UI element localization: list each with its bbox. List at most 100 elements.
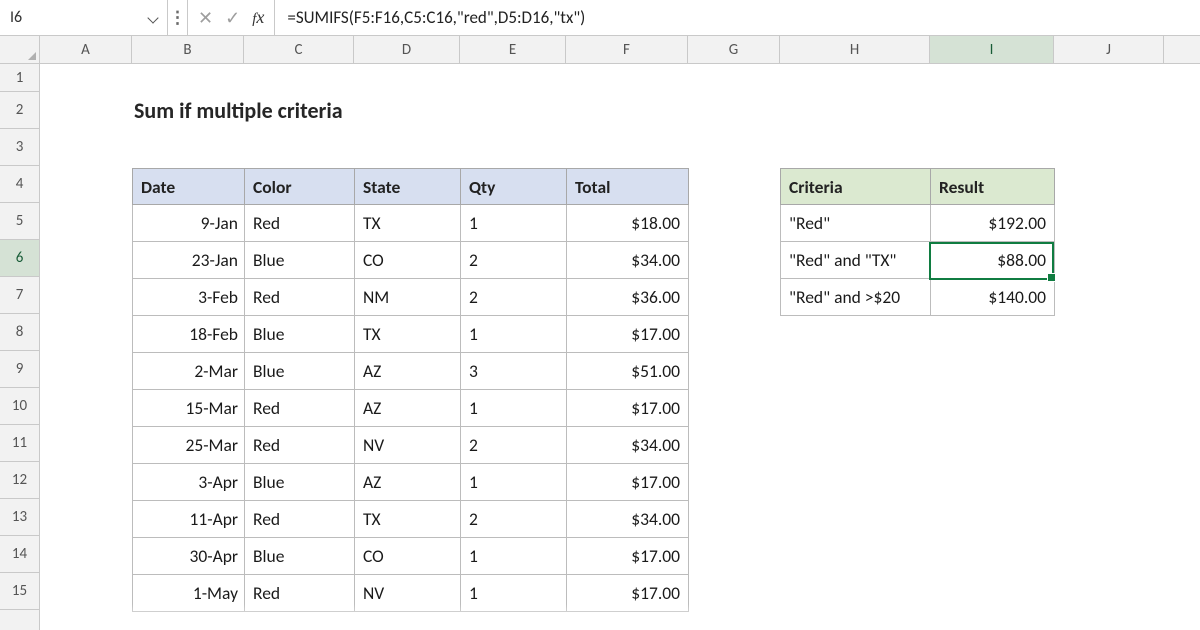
cell-color[interactable]: Blue: [245, 464, 355, 501]
cell-total[interactable]: $17.00: [567, 575, 689, 612]
cell-total[interactable]: $17.00: [567, 464, 689, 501]
cell-color[interactable]: Red: [245, 575, 355, 612]
col-header-d[interactable]: D: [354, 36, 460, 63]
cell-criteria[interactable]: "Red" and >$20: [781, 279, 931, 316]
row-header-7[interactable]: 7: [0, 277, 39, 314]
col-header-h[interactable]: H: [780, 36, 930, 63]
cell-qty[interactable]: 1: [461, 316, 567, 353]
worksheet-grid[interactable]: Sum if multiple criteria Date Color Stat…: [40, 64, 1200, 630]
chevron-down-icon[interactable]: [147, 11, 161, 25]
row-header-2[interactable]: 2: [0, 92, 39, 129]
cell-date[interactable]: 2-Mar: [133, 353, 245, 390]
cell-criteria[interactable]: "Red" and "TX": [781, 242, 931, 279]
cell-color[interactable]: Red: [245, 390, 355, 427]
row-header-14[interactable]: 14: [0, 536, 39, 573]
header-result[interactable]: Result: [931, 169, 1055, 205]
cell-color[interactable]: Red: [245, 501, 355, 538]
cell-date[interactable]: 3-Feb: [133, 279, 245, 316]
row-header-8[interactable]: 8: [0, 314, 39, 351]
cell-color[interactable]: Red: [245, 205, 355, 242]
cell-total[interactable]: $51.00: [567, 353, 689, 390]
cell-state[interactable]: AZ: [355, 390, 461, 427]
header-criteria[interactable]: Criteria: [781, 169, 931, 205]
cell-color[interactable]: Red: [245, 427, 355, 464]
cell-total[interactable]: $17.00: [567, 316, 689, 353]
cell-date[interactable]: 25-Mar: [133, 427, 245, 464]
cell-state[interactable]: AZ: [355, 464, 461, 501]
header-total[interactable]: Total: [567, 169, 689, 205]
cell-result[interactable]: $192.00: [931, 205, 1055, 242]
cell-date[interactable]: 11-Apr: [133, 501, 245, 538]
cell-total[interactable]: $34.00: [567, 501, 689, 538]
cell-state[interactable]: NM: [355, 279, 461, 316]
cell-total[interactable]: $34.00: [567, 242, 689, 279]
cancel-icon[interactable]: ✕: [198, 7, 213, 29]
cell-total[interactable]: $18.00: [567, 205, 689, 242]
row-header-6[interactable]: 6: [0, 240, 39, 277]
cell-qty[interactable]: 2: [461, 501, 567, 538]
row-header-10[interactable]: 10: [0, 388, 39, 425]
cell-date[interactable]: 30-Apr: [133, 538, 245, 575]
row-header-9[interactable]: 9: [0, 351, 39, 388]
cell-date[interactable]: 1-May: [133, 575, 245, 612]
cell-total[interactable]: $36.00: [567, 279, 689, 316]
cell-qty[interactable]: 3: [461, 353, 567, 390]
cell-qty[interactable]: 2: [461, 279, 567, 316]
row-header-12[interactable]: 12: [0, 462, 39, 499]
col-header-f[interactable]: F: [566, 36, 688, 63]
enter-icon[interactable]: ✓: [225, 7, 240, 29]
col-header-e[interactable]: E: [460, 36, 566, 63]
cell-color[interactable]: Blue: [245, 538, 355, 575]
cell-state[interactable]: TX: [355, 501, 461, 538]
row-header-11[interactable]: 11: [0, 425, 39, 462]
cell-qty[interactable]: 2: [461, 427, 567, 464]
cell-qty[interactable]: 1: [461, 538, 567, 575]
row-header-3[interactable]: 3: [0, 129, 39, 166]
row-header-1[interactable]: 1: [0, 64, 39, 92]
col-header-c[interactable]: C: [244, 36, 354, 63]
col-header-j[interactable]: J: [1054, 36, 1164, 63]
cell-date[interactable]: 23-Jan: [133, 242, 245, 279]
select-all-corner[interactable]: [0, 36, 40, 63]
cell-qty[interactable]: 1: [461, 390, 567, 427]
cell-date[interactable]: 9-Jan: [133, 205, 245, 242]
cell-result[interactable]: $140.00: [931, 279, 1055, 316]
cell-state[interactable]: CO: [355, 242, 461, 279]
header-qty[interactable]: Qty: [461, 169, 567, 205]
cell-state[interactable]: NV: [355, 575, 461, 612]
cell-total[interactable]: $17.00: [567, 390, 689, 427]
cell-qty[interactable]: 2: [461, 242, 567, 279]
name-box[interactable]: I6: [0, 0, 168, 35]
col-header-b[interactable]: B: [132, 36, 244, 63]
formula-input[interactable]: =SUMIFS(F5:F16,C5:C16,"red",D5:D16,"tx"): [275, 0, 1200, 35]
cell-state[interactable]: AZ: [355, 353, 461, 390]
cell-criteria[interactable]: "Red": [781, 205, 931, 242]
cell-state[interactable]: TX: [355, 316, 461, 353]
col-header-i[interactable]: I: [930, 36, 1054, 63]
header-state[interactable]: State: [355, 169, 461, 205]
row-header-5[interactable]: 5: [0, 203, 39, 240]
row-header-13[interactable]: 13: [0, 499, 39, 536]
row-header-4[interactable]: 4: [0, 166, 39, 203]
col-header-a[interactable]: A: [40, 36, 132, 63]
cell-total[interactable]: $17.00: [567, 538, 689, 575]
cell-date[interactable]: 18-Feb: [133, 316, 245, 353]
cell-state[interactable]: CO: [355, 538, 461, 575]
header-date[interactable]: Date: [133, 169, 245, 205]
cell-date[interactable]: 3-Apr: [133, 464, 245, 501]
cell-color[interactable]: Blue: [245, 242, 355, 279]
cell-qty[interactable]: 1: [461, 464, 567, 501]
kebab-menu-icon[interactable]: ⋮: [168, 0, 188, 35]
header-color[interactable]: Color: [245, 169, 355, 205]
row-header-15[interactable]: 15: [0, 573, 39, 610]
cell-result[interactable]: $88.00: [931, 242, 1055, 279]
cell-state[interactable]: NV: [355, 427, 461, 464]
insert-function-icon[interactable]: fx: [252, 7, 264, 28]
cell-qty[interactable]: 1: [461, 205, 567, 242]
cell-date[interactable]: 15-Mar: [133, 390, 245, 427]
cell-state[interactable]: TX: [355, 205, 461, 242]
col-header-g[interactable]: G: [688, 36, 780, 63]
cell-color[interactable]: Red: [245, 279, 355, 316]
cell-color[interactable]: Blue: [245, 353, 355, 390]
cell-total[interactable]: $34.00: [567, 427, 689, 464]
